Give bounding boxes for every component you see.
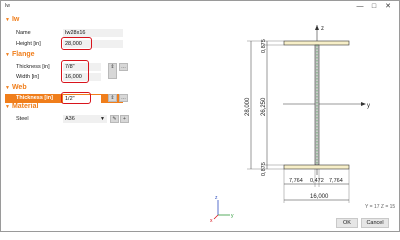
top-flange: [283, 40, 350, 46]
z-axis-label: z: [321, 26, 324, 32]
dim-web-text: 0,472: [310, 178, 324, 184]
bottom-flange: [283, 164, 350, 170]
dim-flange-bottom-text: 0,875: [261, 162, 267, 176]
dim-flange-top-text: 0,875: [261, 39, 267, 53]
ok-button[interactable]: OK: [336, 218, 358, 228]
dim-height-text: 28,000: [245, 97, 251, 116]
cursor-coords: Y = 17 Z = 15: [365, 204, 396, 210]
z-axis-arrow: [315, 25, 319, 30]
dim-right-overhang-text: 7,764: [329, 178, 343, 184]
cancel-button[interactable]: Cancel: [361, 218, 389, 228]
triad-x-label: x: [210, 218, 213, 224]
y-axis-arrow: [361, 102, 366, 106]
dim-web-height-text: 26,250: [261, 97, 267, 116]
section-drawing: z y 28,000 0,875 26,250 0,875 7,764 0,47…: [210, 25, 370, 224]
dim-width-text: 16,000: [310, 194, 329, 200]
triad-x-line: [213, 214, 219, 220]
y-axis-label: y: [367, 103, 370, 109]
triad-z-label: z: [215, 195, 218, 201]
section-editor-window: Iw — □ ✕ ▼ Iw Name Iw28x16 Height [in] 28…: [0, 0, 400, 232]
dim-left-overhang-text: 7,764: [289, 178, 303, 184]
triad-y-label: y: [231, 213, 234, 219]
